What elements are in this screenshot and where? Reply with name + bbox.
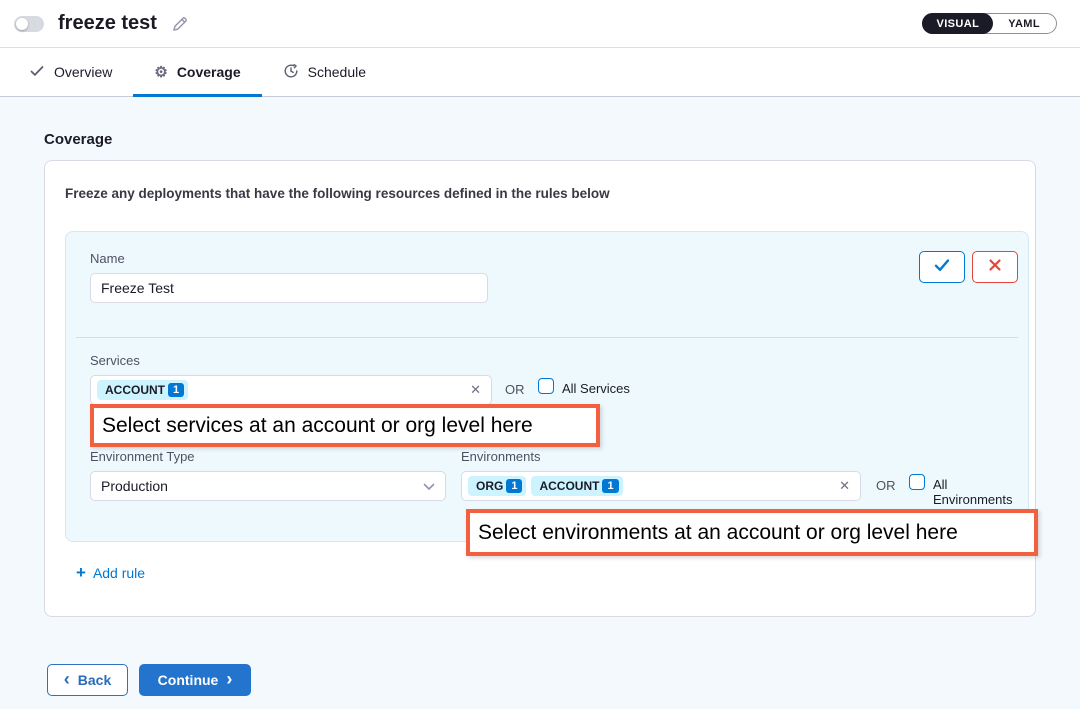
edit-pencil-icon[interactable] [170, 14, 190, 34]
chevron-left-icon: ‹ [64, 670, 70, 688]
card-description: Freeze any deployments that have the fol… [65, 186, 610, 201]
tag-count-badge: 1 [602, 479, 618, 493]
check-icon [933, 257, 951, 278]
panel-divider [76, 337, 1018, 338]
service-tag-account[interactable]: ACCOUNT 1 [97, 380, 188, 400]
tab-bar: Overview ⚙ Coverage Schedule [0, 48, 1080, 97]
back-button[interactable]: ‹ Back [47, 664, 128, 696]
select-value: Production [101, 478, 168, 494]
schedule-clock-icon [283, 63, 299, 82]
yaml-toggle-button[interactable]: YAML [992, 13, 1056, 34]
gear-icon: ⚙ [154, 65, 167, 80]
freeze-studio-window: freeze test VISUAL YAML Overview ⚙ Cover… [0, 0, 1080, 709]
environment-tag-account[interactable]: ACCOUNT 1 [531, 476, 622, 496]
header: freeze test VISUAL YAML [0, 0, 1080, 48]
rule-panel: Name Services [65, 231, 1029, 542]
all-environments-label: All Environments [933, 477, 1028, 507]
tab-schedule[interactable]: Schedule [262, 48, 387, 96]
delete-rule-button[interactable] [972, 251, 1018, 283]
environment-tag-org[interactable]: ORG 1 [468, 476, 526, 496]
tab-coverage[interactable]: ⚙ Coverage [133, 48, 261, 96]
chevron-right-icon: › [226, 670, 232, 688]
environments-label: Environments [461, 449, 540, 464]
freeze-enable-toggle[interactable] [14, 16, 44, 32]
plus-icon: + [76, 564, 86, 581]
services-label: Services [90, 353, 140, 368]
section-title: Coverage [44, 131, 112, 148]
check-icon [29, 63, 45, 82]
close-icon [988, 258, 1002, 277]
all-environments-checkbox[interactable] [909, 474, 925, 490]
environment-type-label: Environment Type [90, 449, 195, 464]
visual-yaml-toggle: VISUAL YAML [922, 13, 1057, 34]
tag-label: ORG [476, 479, 503, 493]
freeze-title: freeze test [58, 12, 157, 35]
toggle-knob [16, 18, 28, 30]
tab-overview[interactable]: Overview [8, 48, 133, 96]
environment-type-select[interactable]: Production [90, 471, 446, 501]
all-services-label: All Services [562, 381, 630, 396]
name-label: Name [90, 251, 125, 266]
services-or-label: OR [505, 382, 525, 397]
tag-label: ACCOUNT [539, 479, 599, 493]
continue-label: Continue [158, 672, 219, 688]
tag-count-badge: 1 [168, 383, 184, 397]
environments-multiselect[interactable]: ORG 1 ACCOUNT 1 ✕ [461, 471, 861, 501]
coverage-card: Freeze any deployments that have the fol… [44, 160, 1036, 617]
environments-annotation-callout: Select environments at an account or org… [466, 509, 1038, 556]
tab-label: Schedule [308, 64, 366, 80]
services-multiselect[interactable]: ACCOUNT 1 ✕ [90, 375, 492, 405]
environments-or-label: OR [876, 478, 896, 493]
chevron-down-icon [423, 478, 435, 494]
confirm-rule-button[interactable] [919, 251, 965, 283]
all-services-checkbox[interactable] [538, 378, 554, 394]
back-label: Back [78, 672, 111, 688]
visual-toggle-button[interactable]: VISUAL [922, 13, 993, 34]
services-clear-icon[interactable]: ✕ [470, 382, 481, 398]
services-annotation-callout: Select services at an account or org lev… [90, 404, 600, 447]
rule-name-input[interactable] [90, 273, 488, 303]
add-rule-label: Add rule [93, 565, 145, 581]
tab-label: Overview [54, 64, 112, 80]
tab-label: Coverage [177, 64, 241, 80]
tag-label: ACCOUNT [105, 383, 165, 397]
tag-count-badge: 1 [506, 479, 522, 493]
environments-clear-icon[interactable]: ✕ [839, 478, 850, 494]
add-rule-button[interactable]: + Add rule [76, 564, 145, 581]
continue-button[interactable]: Continue › [139, 664, 251, 696]
